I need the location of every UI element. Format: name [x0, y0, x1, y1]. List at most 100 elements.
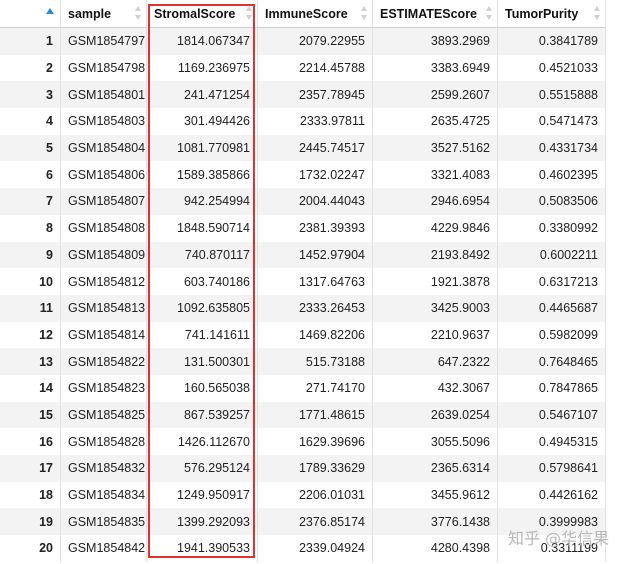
table-row: 11 GSM1854813 1092.635805 2333.26453 3425.90…	[0, 294, 606, 322]
cell-stromalscore: 241.471254	[147, 81, 258, 109]
cell-immunescore: 2004.44043	[258, 188, 373, 215]
cell-stromalscore: 1399.292093	[147, 508, 258, 536]
sort-icon[interactable]	[360, 6, 367, 20]
cell-sample: GSM1854842	[61, 535, 147, 562]
sort-asc-icon[interactable]	[46, 8, 54, 14]
table-row: 4 GSM1854803 301.494426 2333.97811 2635.4725…	[0, 108, 606, 135]
cell-sample: GSM1854801	[61, 81, 147, 109]
cell-immunescore: 2339.04924	[258, 535, 373, 562]
table-row: 6 GSM1854806 1589.385866 1732.02247 3321.408…	[0, 161, 606, 189]
cell-stromalscore: 1589.385866	[147, 161, 258, 189]
cell-tumorpurity: 0.5467107	[498, 401, 606, 429]
cell-estimatescore: 2365.6314	[373, 455, 498, 482]
cell-stromalscore: 301.494426	[147, 108, 258, 135]
cell-estimatescore: 2946.6954	[373, 188, 498, 215]
header-label: ImmuneScore	[265, 6, 348, 21]
row-number: 17	[0, 455, 61, 482]
cell-sample: GSM1854835	[61, 508, 147, 536]
cell-estimatescore: 3527.5162	[373, 134, 498, 162]
cell-tumorpurity: 0.6002211	[498, 241, 606, 269]
cell-immunescore: 2357.78945	[258, 81, 373, 109]
cell-estimatescore: 2193.8492	[373, 241, 498, 269]
cell-sample: GSM1854825	[61, 401, 147, 429]
row-number: 19	[0, 508, 61, 536]
cell-stromalscore: 741.141611	[147, 321, 258, 349]
cell-stromalscore: 1081.770981	[147, 134, 258, 162]
cell-tumorpurity: 0.4465687	[498, 294, 606, 322]
header-estimatescore[interactable]: ESTIMATEScore	[373, 0, 498, 28]
cell-tumorpurity: 0.5083506	[498, 188, 606, 215]
cell-sample: GSM1854834	[61, 481, 147, 509]
row-number: 11	[0, 294, 61, 322]
header-stromalscore[interactable]: StromalScore	[147, 0, 258, 28]
table-row: 2 GSM1854798 1169.236975 2214.45788 3383.694…	[0, 54, 606, 82]
table-row: 9 GSM1854809 740.870117 1452.97904 2193.8492…	[0, 241, 606, 269]
cell-estimatescore: 3055.5096	[373, 428, 498, 455]
cell-tumorpurity: 0.7847865	[498, 374, 606, 402]
cell-stromalscore: 576.295124	[147, 455, 258, 482]
cell-immunescore: 2206.01031	[258, 481, 373, 509]
cell-sample: GSM1854832	[61, 455, 147, 482]
cell-estimatescore: 4280.4398	[373, 535, 498, 562]
cell-estimatescore: 2599.2607	[373, 81, 498, 109]
header-tumorpurity[interactable]: TumorPurity	[498, 0, 606, 28]
cell-estimatescore: 3455.9612	[373, 481, 498, 509]
table-header-row: sample StromalScore ImmuneScore ESTIMATE…	[0, 0, 606, 28]
table-row: 13 GSM1854822 131.500301 515.73188 647.2322 0…	[0, 348, 606, 375]
cell-tumorpurity: 0.5515888	[498, 81, 606, 109]
sort-icon[interactable]	[134, 6, 141, 20]
cell-immunescore: 2376.85174	[258, 508, 373, 536]
cell-stromalscore: 1249.950917	[147, 481, 258, 509]
cell-stromalscore: 131.500301	[147, 348, 258, 375]
row-number: 14	[0, 374, 61, 402]
cell-immunescore: 1732.02247	[258, 161, 373, 189]
cell-sample: GSM1854809	[61, 241, 147, 269]
row-number: 6	[0, 161, 61, 189]
cell-sample: GSM1854823	[61, 374, 147, 402]
sort-icon[interactable]	[593, 6, 600, 20]
cell-tumorpurity: 0.6317213	[498, 268, 606, 295]
row-number: 12	[0, 321, 61, 349]
cell-sample: GSM1854803	[61, 108, 147, 135]
header-rownum[interactable]	[0, 0, 61, 28]
table-row: 3 GSM1854801 241.471254 2357.78945 2599.2607…	[0, 81, 606, 109]
cell-estimatescore: 3321.4083	[373, 161, 498, 189]
row-number: 7	[0, 188, 61, 215]
cell-sample: GSM1854797	[61, 28, 147, 55]
cell-immunescore: 2079.22955	[258, 28, 373, 55]
header-sample[interactable]: sample	[61, 0, 147, 28]
row-number: 1	[0, 28, 61, 55]
cell-estimatescore: 3383.6949	[373, 54, 498, 82]
cell-sample: GSM1854813	[61, 294, 147, 322]
cell-tumorpurity: 0.3841789	[498, 28, 606, 55]
cell-stromalscore: 1941.390533	[147, 535, 258, 562]
cell-sample: GSM1854804	[61, 134, 147, 162]
header-label: ESTIMATEScore	[380, 6, 478, 21]
sort-icon[interactable]	[485, 6, 492, 20]
row-number: 15	[0, 401, 61, 429]
cell-estimatescore: 3776.1438	[373, 508, 498, 536]
cell-tumorpurity: 0.4331734	[498, 134, 606, 162]
cell-sample: GSM1854814	[61, 321, 147, 349]
sort-icon[interactable]	[245, 6, 252, 20]
table-row: 8 GSM1854808 1848.590714 2381.39393 4229.984…	[0, 214, 606, 242]
table-row: 12 GSM1854814 741.141611 1469.82206 2210.963…	[0, 321, 606, 349]
watermark: 知乎 @华信果	[508, 529, 610, 548]
cell-immunescore: 2445.74517	[258, 134, 373, 162]
cell-sample: GSM1854828	[61, 428, 147, 455]
cell-tumorpurity: 0.4602395	[498, 161, 606, 189]
cell-stromalscore: 1814.067347	[147, 28, 258, 55]
cell-estimatescore: 2639.0254	[373, 401, 498, 429]
cell-tumorpurity: 0.5471473	[498, 108, 606, 135]
table-row: 18 GSM1854834 1249.950917 2206.01031 3455.96…	[0, 481, 606, 509]
cell-estimatescore: 4229.9846	[373, 214, 498, 242]
cell-tumorpurity: 0.7648465	[498, 348, 606, 375]
cell-tumorpurity: 0.4426162	[498, 481, 606, 509]
table-row: 14 GSM1854823 160.565038 271.74170 432.3067 0…	[0, 374, 606, 402]
cell-immunescore: 2333.97811	[258, 108, 373, 135]
cell-tumorpurity: 0.4521033	[498, 54, 606, 82]
cell-estimatescore: 2210.9637	[373, 321, 498, 349]
header-label: sample	[68, 6, 112, 21]
header-immunescore[interactable]: ImmuneScore	[258, 0, 373, 28]
table-row: 16 GSM1854828 1426.112670 1629.39696 3055.50…	[0, 428, 606, 455]
